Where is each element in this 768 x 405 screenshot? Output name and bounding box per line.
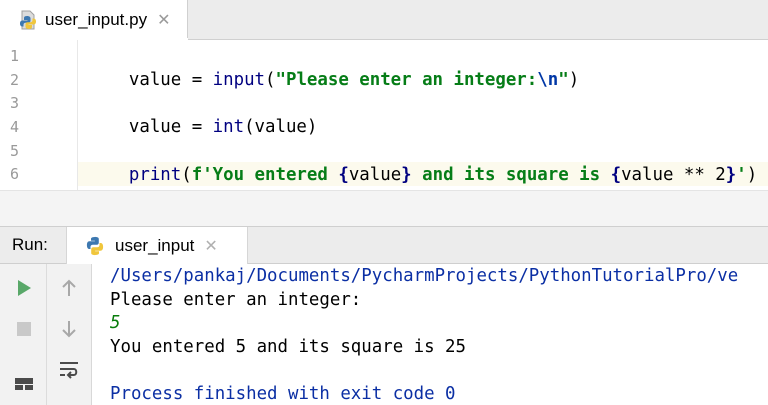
- scroll-down-button[interactable]: [55, 315, 83, 343]
- soft-wrap-icon: [60, 362, 78, 379]
- code-line-1: value = input("Please enter an integer:\…: [87, 44, 579, 90]
- code-token: (: [265, 70, 276, 90]
- line-number: 5: [10, 142, 20, 160]
- code-token: value =: [128, 117, 213, 137]
- down-icon: [62, 321, 76, 338]
- python-file-icon: [20, 10, 36, 30]
- code-token: value: [348, 165, 402, 185]
- line-number: 2: [10, 71, 20, 89]
- run-tool-window-header: Run: user_input ✕: [0, 226, 768, 264]
- code-token-builtin: int: [212, 117, 245, 137]
- code-token: ): [746, 165, 758, 185]
- console-result: You entered 5 and its square is 25: [110, 337, 466, 357]
- code-line-5: print(f'You entered {value} and its squa…: [87, 139, 757, 185]
- code-token-string: "Please enter an integer:: [275, 70, 538, 90]
- run-tab-user-input[interactable]: user_input ✕: [66, 227, 248, 264]
- code-token-brace: }: [401, 165, 412, 185]
- layout-icon: [15, 378, 33, 390]
- code-token-string: f'You entered: [191, 165, 339, 185]
- run-console[interactable]: /Users/pankaj/Documents/PycharmProjects/…: [92, 264, 768, 405]
- run-icon: [18, 280, 31, 296]
- code-token-brace: {: [338, 165, 349, 185]
- close-icon[interactable]: ✕: [157, 10, 170, 30]
- line-number: 3: [10, 94, 20, 112]
- code-token-string: and its square is: [411, 165, 611, 185]
- stop-icon: [17, 322, 31, 336]
- line-number: 4: [10, 118, 20, 136]
- editor-tab-bar: user_input.py ✕: [0, 0, 768, 41]
- soft-wrap-button[interactable]: [55, 356, 83, 384]
- console-prompt: Please enter an integer:: [110, 290, 362, 310]
- stop-button[interactable]: [10, 315, 38, 343]
- toolbar-divider: [46, 264, 47, 405]
- line-number: 1: [10, 47, 20, 65]
- line-number: 6: [10, 165, 20, 183]
- python-icon: [86, 236, 104, 255]
- code-editor[interactable]: 1 2 3 4 5 6 value = input("Please enter …: [0, 40, 768, 190]
- code-token: (value): [244, 117, 318, 137]
- console-exit-message: Process finished with exit code 0: [110, 384, 456, 404]
- code-line-3: value = int(value): [87, 91, 317, 137]
- run-toolbar: [0, 264, 92, 405]
- code-token: (: [181, 165, 192, 185]
- close-icon[interactable]: ✕: [204, 236, 217, 256]
- up-icon: [62, 279, 76, 296]
- run-tab-label: user_input: [115, 235, 195, 255]
- editor-tab-label: user_input.py: [45, 10, 148, 29]
- code-token-escape: \n: [537, 70, 559, 90]
- code-token: ): [568, 70, 580, 90]
- code-token-builtin: print: [128, 165, 182, 185]
- code-token: value ** 2: [621, 165, 726, 185]
- code-token-brace: }: [725, 165, 737, 185]
- editor-bottom-area: [0, 190, 768, 226]
- code-token-string: ': [736, 165, 747, 185]
- layout-button[interactable]: [10, 367, 38, 395]
- line-number-gutter: 1 2 3 4 5 6: [0, 40, 78, 190]
- editor-tab-user-input[interactable]: user_input.py ✕: [0, 0, 188, 41]
- scroll-up-button[interactable]: [55, 274, 83, 302]
- console-user-input: 5: [110, 313, 121, 333]
- rerun-button[interactable]: [10, 274, 38, 302]
- code-token-string: ": [558, 70, 569, 90]
- code-token-builtin: input: [212, 70, 266, 90]
- code-token-brace: {: [610, 165, 622, 185]
- code-token: value =: [128, 70, 213, 90]
- console-interpreter-path[interactable]: /Users/pankaj/Documents/PycharmProjects/…: [110, 264, 738, 288]
- run-label: Run:: [12, 235, 48, 254]
